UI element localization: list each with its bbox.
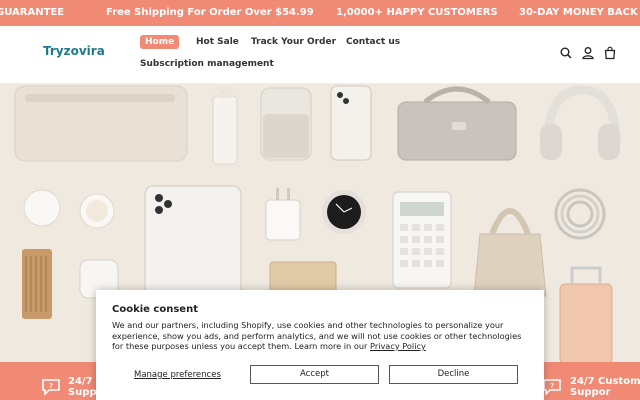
privacy-policy-link[interactable]: Privacy Policy <box>370 341 426 351</box>
nav-contact-us[interactable]: Contact us <box>346 37 400 47</box>
announcement-message: 1,0000+ HAPPY CUSTOMERS <box>336 7 498 18</box>
cookie-title: Cookie consent <box>112 304 198 315</box>
manage-preferences-link[interactable]: Manage preferences <box>134 370 221 380</box>
svg-text:?: ? <box>49 382 53 390</box>
account-icon[interactable] <box>581 46 595 60</box>
search-icon[interactable] <box>559 46 573 60</box>
announcement-message: GUARANTEE <box>0 7 65 18</box>
announcement-message: Free Shipping For Order Over $54.99 <box>106 7 314 18</box>
nav-track-order[interactable]: Track Your Order <box>251 37 336 47</box>
cookie-description: We and our partners, including Shopify, … <box>112 320 522 351</box>
site-logo[interactable]: Tryzovira <box>43 44 105 58</box>
cart-icon[interactable] <box>603 46 617 60</box>
chat-support-icon: ? <box>42 379 60 396</box>
decline-button[interactable]: Decline <box>389 365 518 384</box>
svg-text:?: ? <box>550 382 554 390</box>
announcement-bar: GUARANTEE Free Shipping For Order Over $… <box>0 0 640 26</box>
chat-support-icon: ? <box>543 379 561 396</box>
accept-button[interactable]: Accept <box>250 365 379 384</box>
nav-home[interactable]: Home <box>140 35 180 49</box>
site-header: Tryzovira Home Hot Sale Track Your Order… <box>0 26 640 84</box>
announcement-message: 30-DAY MONEY BACK GU <box>519 7 640 18</box>
nav-subscription-management[interactable]: Subscription management <box>140 59 274 69</box>
nav-hot-sale[interactable]: Hot Sale <box>196 37 239 47</box>
support-right-text: 24/7 Custom Suppor <box>570 376 640 398</box>
cookie-consent-dialog: Cookie consent We and our partners, incl… <box>96 290 544 400</box>
